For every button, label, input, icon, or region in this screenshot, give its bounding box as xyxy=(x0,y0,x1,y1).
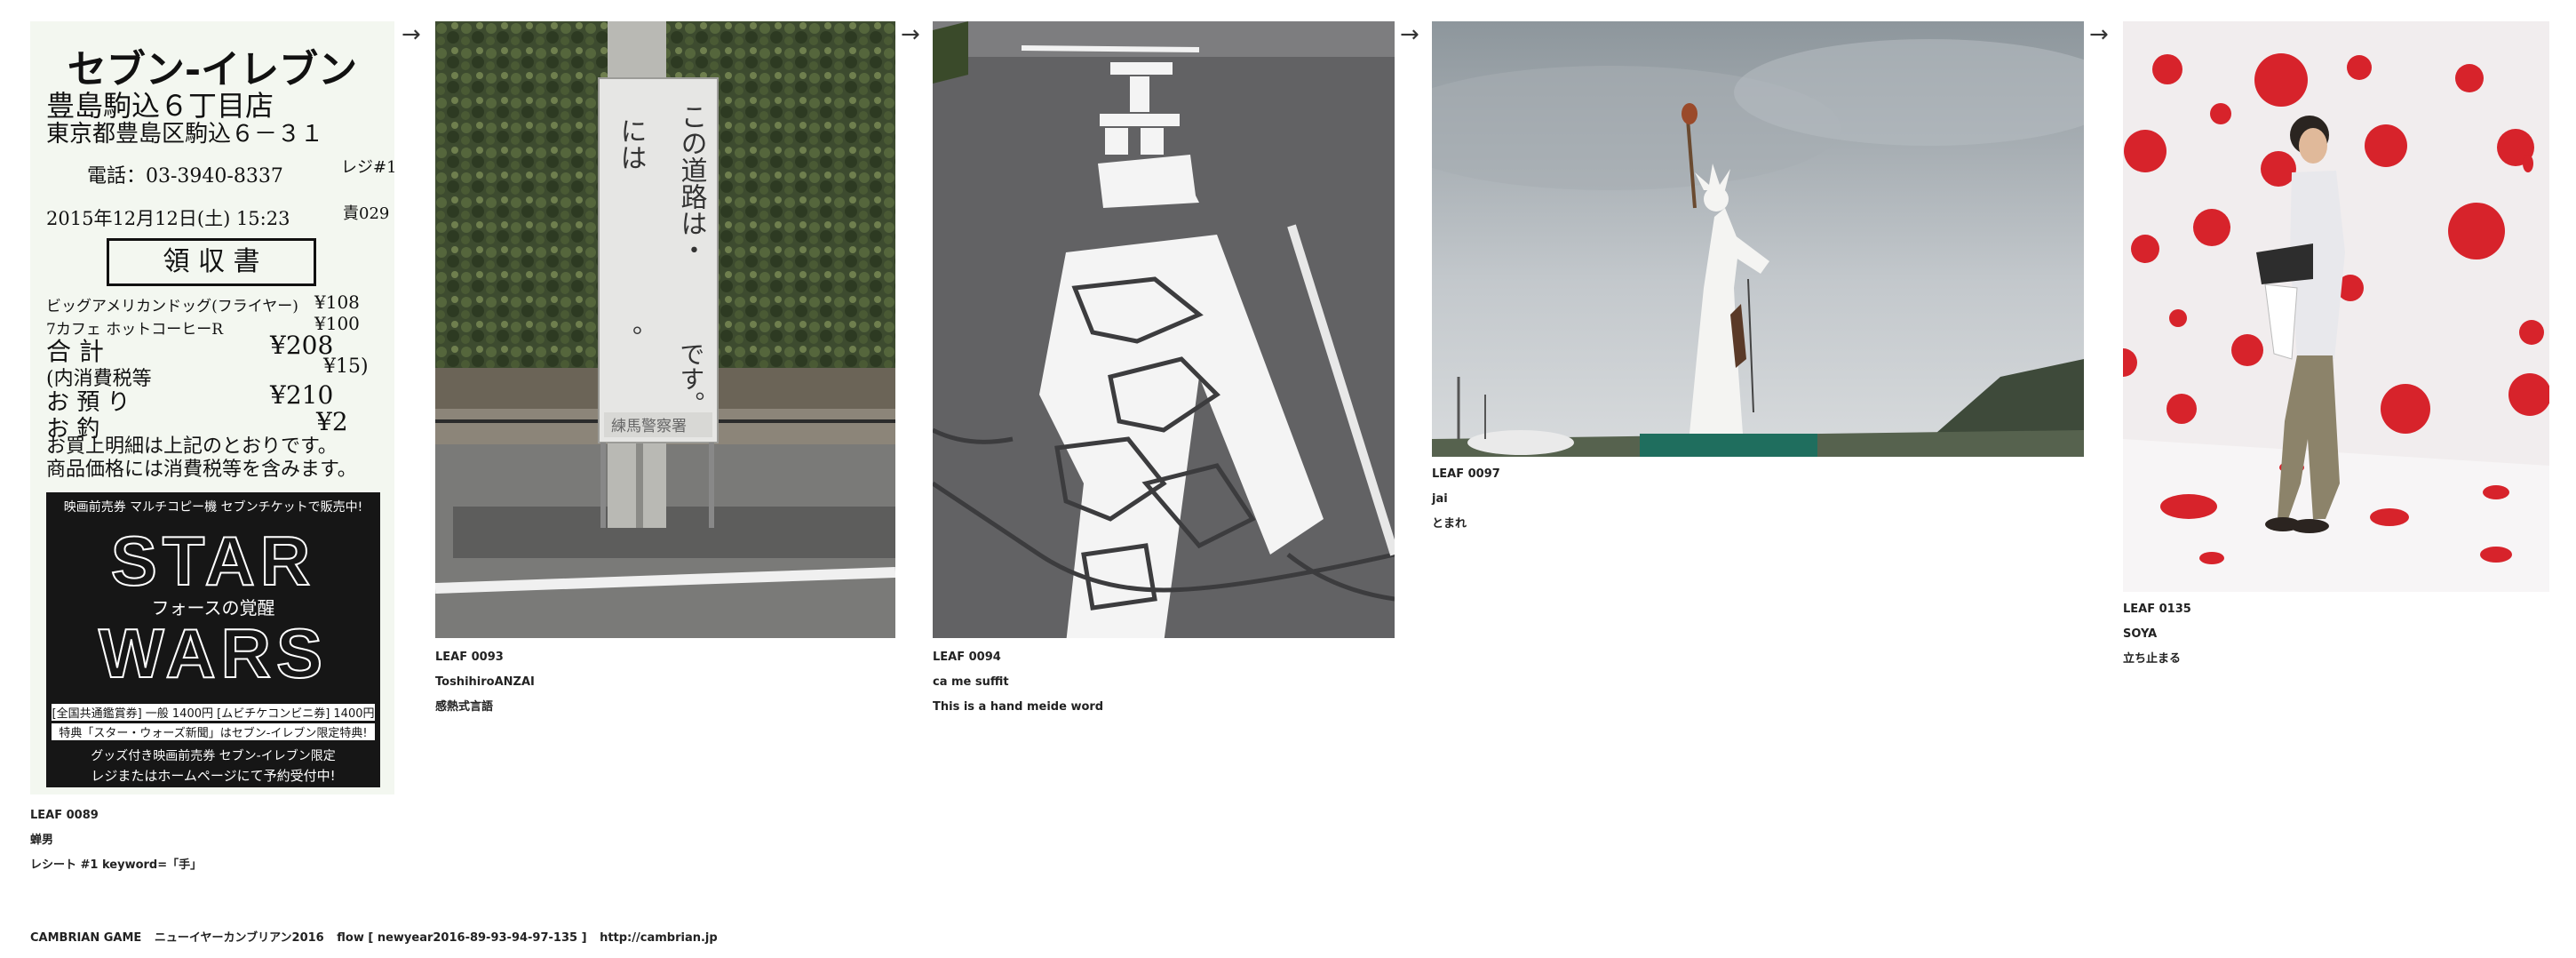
road-photo[interactable] xyxy=(933,21,1395,638)
leaf-author[interactable]: 蝉男 xyxy=(30,828,202,853)
ad-bonus: 特典「スター・ウォーズ新聞」はセブン-イレブン限定特典! xyxy=(52,723,375,740)
tax-amount: ¥15) xyxy=(323,355,369,378)
footer-flow: flow [ newyear2016-89-93-94-97-135 ] xyxy=(337,931,587,945)
leaf-0094-caption: LEAF 0094 ca me suffit This is a hand me… xyxy=(933,645,1103,720)
leaf-id[interactable]: LEAF 0093 xyxy=(435,645,535,670)
store-address: 東京都豊島区駒込６－３１ xyxy=(46,121,324,148)
ad-top-text: 映画前売券 マルチコピー機 セブンチケットで販売中! xyxy=(63,500,363,515)
sign-photo[interactable]: この道路は・ には です。 。 練馬警察署 xyxy=(435,21,895,638)
statue-photo[interactable] xyxy=(1432,21,2084,457)
leaf-caption: 感熱式言語 xyxy=(435,700,494,714)
paid-amount: ¥210 xyxy=(270,380,334,410)
star-wars-ad: 映画前売券 マルチコピー機 セブンチケットで販売中! STAR フォースの覚醒 … xyxy=(46,492,380,787)
receipt-image[interactable]: セブン-イレブン 豊島駒込６丁目店 東京都豊島区駒込６－３１ 電話：03-394… xyxy=(30,21,394,794)
item-1-price: ¥108 xyxy=(314,291,360,313)
sign-scene: この道路は・ には です。 。 練馬警察署 xyxy=(435,21,895,638)
leaf-caption: とまれ xyxy=(1432,517,1467,531)
arrow-right-icon: → xyxy=(1400,21,1419,48)
ad-star-word: STAR xyxy=(110,521,316,601)
polka-dot-scene xyxy=(2123,21,2549,592)
polka-dot-photo[interactable] xyxy=(2123,21,2549,592)
sign-text-2: には xyxy=(616,117,647,171)
register-number: レジ#1 xyxy=(341,158,394,177)
leaf-0093-caption: LEAF 0093 ToshihiroANZAI 感熱式言語 xyxy=(435,645,535,720)
arrow-right-icon: → xyxy=(2089,21,2109,48)
leaf-caption: レシート #1 keyword=「手」 xyxy=(30,858,203,872)
statue-scene xyxy=(1432,21,2084,457)
leaf-0089-caption: LEAF 0089 蝉男 レシート #1 keyword=「手」 xyxy=(30,803,202,878)
ad-goods: グッズ付き映画前売券 セブン-イレブン限定 xyxy=(91,749,336,763)
leaf-author[interactable]: ToshihiroANZAI xyxy=(435,670,535,695)
clerk-code: 責029 xyxy=(343,204,390,223)
leaf-0097-caption: LEAF 0097 jai とまれ xyxy=(1432,462,1500,537)
ad-price: [全国共通鑑賞券] 一般 1400円 [ムビチケコンビニ券] 1400円 xyxy=(52,704,375,721)
receipt-title: 領 収 書 xyxy=(107,238,316,286)
leaf-caption: 立ち止まる xyxy=(2123,652,2182,666)
leaf-author[interactable]: SOYA xyxy=(2123,622,2191,647)
leaf-id[interactable]: LEAF 0097 xyxy=(1432,462,1500,487)
leaf-caption: This is a hand meide word xyxy=(933,700,1104,714)
footer-url-link[interactable]: http://cambrian.jp xyxy=(600,931,718,945)
arrow-right-icon: → xyxy=(402,21,421,48)
ad-reserve: レジまたはホームページにて予約受付中! xyxy=(91,768,336,784)
leaf-id[interactable]: LEAF 0094 xyxy=(933,645,1103,670)
road-scene xyxy=(933,21,1395,638)
arrow-right-icon: → xyxy=(901,21,920,48)
leaf-id[interactable]: LEAF 0089 xyxy=(30,803,202,828)
leaf-author[interactable]: jai xyxy=(1432,487,1500,512)
sign-text-1: この道路は・ xyxy=(676,103,707,263)
leaf-author[interactable]: ca me suffit xyxy=(933,670,1103,695)
footer-event-title: ニューイヤーカンブリアン2016 xyxy=(154,931,324,945)
sign-text-3: です。 xyxy=(677,341,706,416)
page-footer: CAMBRIAN GAME ニューイヤーカンブリアン2016 flow [ ne… xyxy=(30,928,727,945)
leaf-0135-caption: LEAF 0135 SOYA 立ち止まる xyxy=(2123,597,2191,672)
ad-wars-word: WARS xyxy=(98,613,328,693)
footer-game-title[interactable]: CAMBRIAN GAME xyxy=(30,931,141,945)
leaf-id[interactable]: LEAF 0135 xyxy=(2123,597,2191,622)
sign-footer: 練馬警察署 xyxy=(611,418,687,435)
receipt-note-2: 商品価格には消費税等を含みます。 xyxy=(46,459,357,481)
sign-dot: 。 xyxy=(632,309,657,339)
